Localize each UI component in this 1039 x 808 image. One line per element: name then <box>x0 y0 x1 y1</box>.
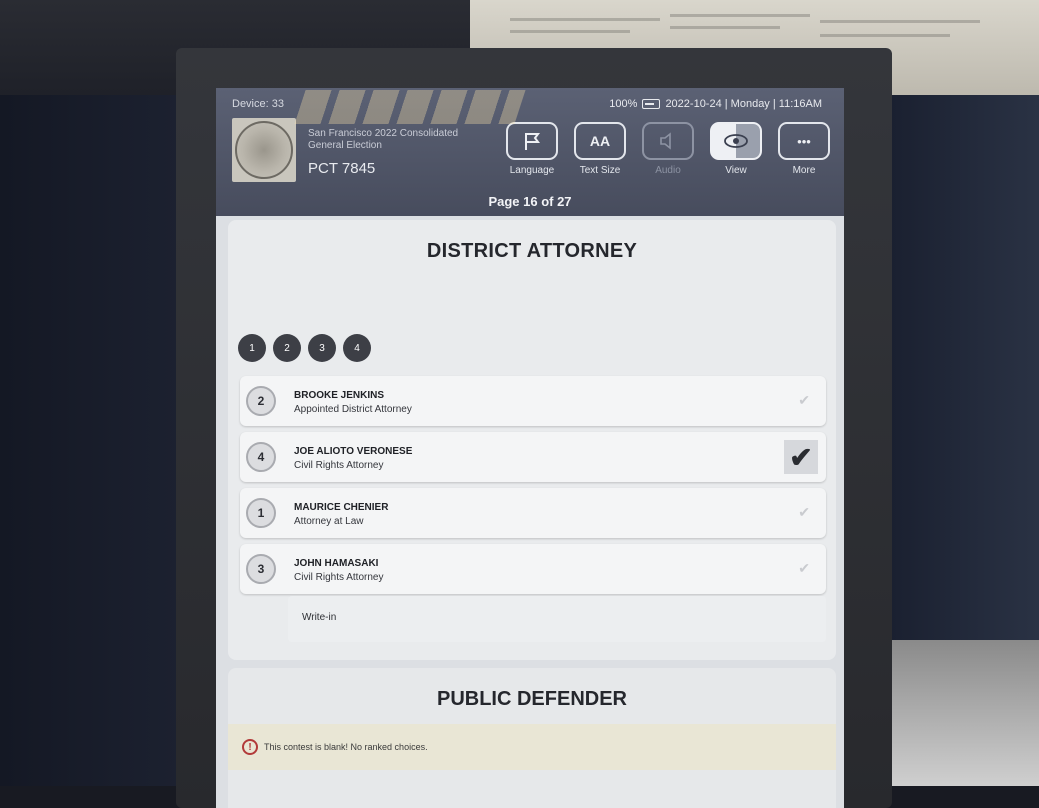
checkmark-icon: ✔ <box>798 560 810 576</box>
county-seal-logo <box>232 118 296 182</box>
candidate-rank: 1 <box>246 498 276 528</box>
text-size-icon: AA <box>574 122 626 160</box>
eye-icon <box>710 122 762 160</box>
language-label: Language <box>509 165 555 176</box>
contest-district-attorney: DISTRICT ATTORNEY 1 2 3 4 2 BROOKE JENKI… <box>228 220 836 660</box>
status-bar: 100% 2022-10-24 | Monday | 11:16AM <box>609 98 822 110</box>
speaker-icon <box>642 122 694 160</box>
candidate-name: JOE ALIOTO VERONESE <box>294 446 413 457</box>
rank-button-1[interactable]: 1 <box>238 334 266 362</box>
datetime: 2022-10-24 | Monday | 11:16AM <box>665 98 822 110</box>
flag-icon <box>506 122 558 160</box>
view-button[interactable]: View <box>708 122 764 176</box>
more-icon: ••• <box>778 122 830 160</box>
more-label: More <box>792 165 816 176</box>
text-size-label: Text Size <box>579 165 621 176</box>
precinct-label: PCT 7845 <box>308 160 376 177</box>
device-id: Device: 33 <box>232 98 284 110</box>
contest-title: PUBLIC DEFENDER <box>436 688 627 710</box>
candidate-rank: 2 <box>246 386 276 416</box>
candidate-row[interactable]: 2 BROOKE JENKINS Appointed District Atto… <box>240 376 826 426</box>
blank-contest-warning: ! This contest is blank! No ranked choic… <box>228 724 836 770</box>
more-button[interactable]: ••• More <box>776 122 832 176</box>
voting-screen: Device: 33 100% 2022-10-24 | Monday | 11… <box>216 88 844 808</box>
text-size-button[interactable]: AA Text Size <box>572 122 628 176</box>
candidate-row[interactable]: 1 MAURICE CHENIER Attorney at Law ✔ <box>240 488 826 538</box>
background-desk <box>890 640 1039 786</box>
warning-icon: ! <box>242 739 258 755</box>
rank-button-4[interactable]: 4 <box>343 334 371 362</box>
page-indicator: Page 16 of 27 <box>488 194 572 209</box>
background-panel-left <box>0 95 180 786</box>
contest-title: DISTRICT ATTORNEY <box>426 240 638 262</box>
candidate-rank: 4 <box>246 442 276 472</box>
audio-label: Audio <box>655 165 681 176</box>
warning-text: This contest is blank! No ranked choices… <box>264 742 428 752</box>
audio-button[interactable]: Audio <box>640 122 696 176</box>
election-name: San Francisco 2022 Consolidated General … <box>308 128 459 151</box>
write-in-label: Write-in <box>302 612 337 623</box>
write-in-row[interactable]: Write-in <box>288 596 826 642</box>
battery-percent: 100% <box>609 98 638 110</box>
contest-public-defender: PUBLIC DEFENDER ! This contest is blank!… <box>228 668 836 808</box>
candidate-name: MAURICE CHENIER <box>294 502 389 513</box>
rank-button-3[interactable]: 3 <box>308 334 336 362</box>
view-label: View <box>725 165 747 176</box>
candidate-row[interactable]: 3 JOHN HAMASAKI Civil Rights Attorney ✔ <box>240 544 826 594</box>
ballot-header: Device: 33 100% 2022-10-24 | Monday | 11… <box>216 88 844 216</box>
candidate-title: Civil Rights Attorney <box>294 460 384 471</box>
candidate-row[interactable]: 4 JOE ALIOTO VERONESE Civil Rights Attor… <box>240 432 826 482</box>
candidate-title: Civil Rights Attorney <box>294 572 384 583</box>
battery-icon <box>642 99 661 109</box>
candidate-rank: 3 <box>246 554 276 584</box>
candidate-title: Appointed District Attorney <box>294 404 412 415</box>
checkmark-icon: ✔ <box>798 392 810 408</box>
rank-legend: 1 2 3 4 <box>238 334 371 362</box>
candidate-name: JOHN HAMASAKI <box>294 558 379 569</box>
candidate-title: Attorney at Law <box>294 516 364 527</box>
language-button[interactable]: Language <box>504 122 560 176</box>
rank-button-2[interactable]: 2 <box>273 334 301 362</box>
checkmark-icon: ✔ <box>798 504 810 520</box>
checkmark-icon: ✔ <box>784 440 818 474</box>
candidate-name: BROOKE JENKINS <box>294 390 385 401</box>
